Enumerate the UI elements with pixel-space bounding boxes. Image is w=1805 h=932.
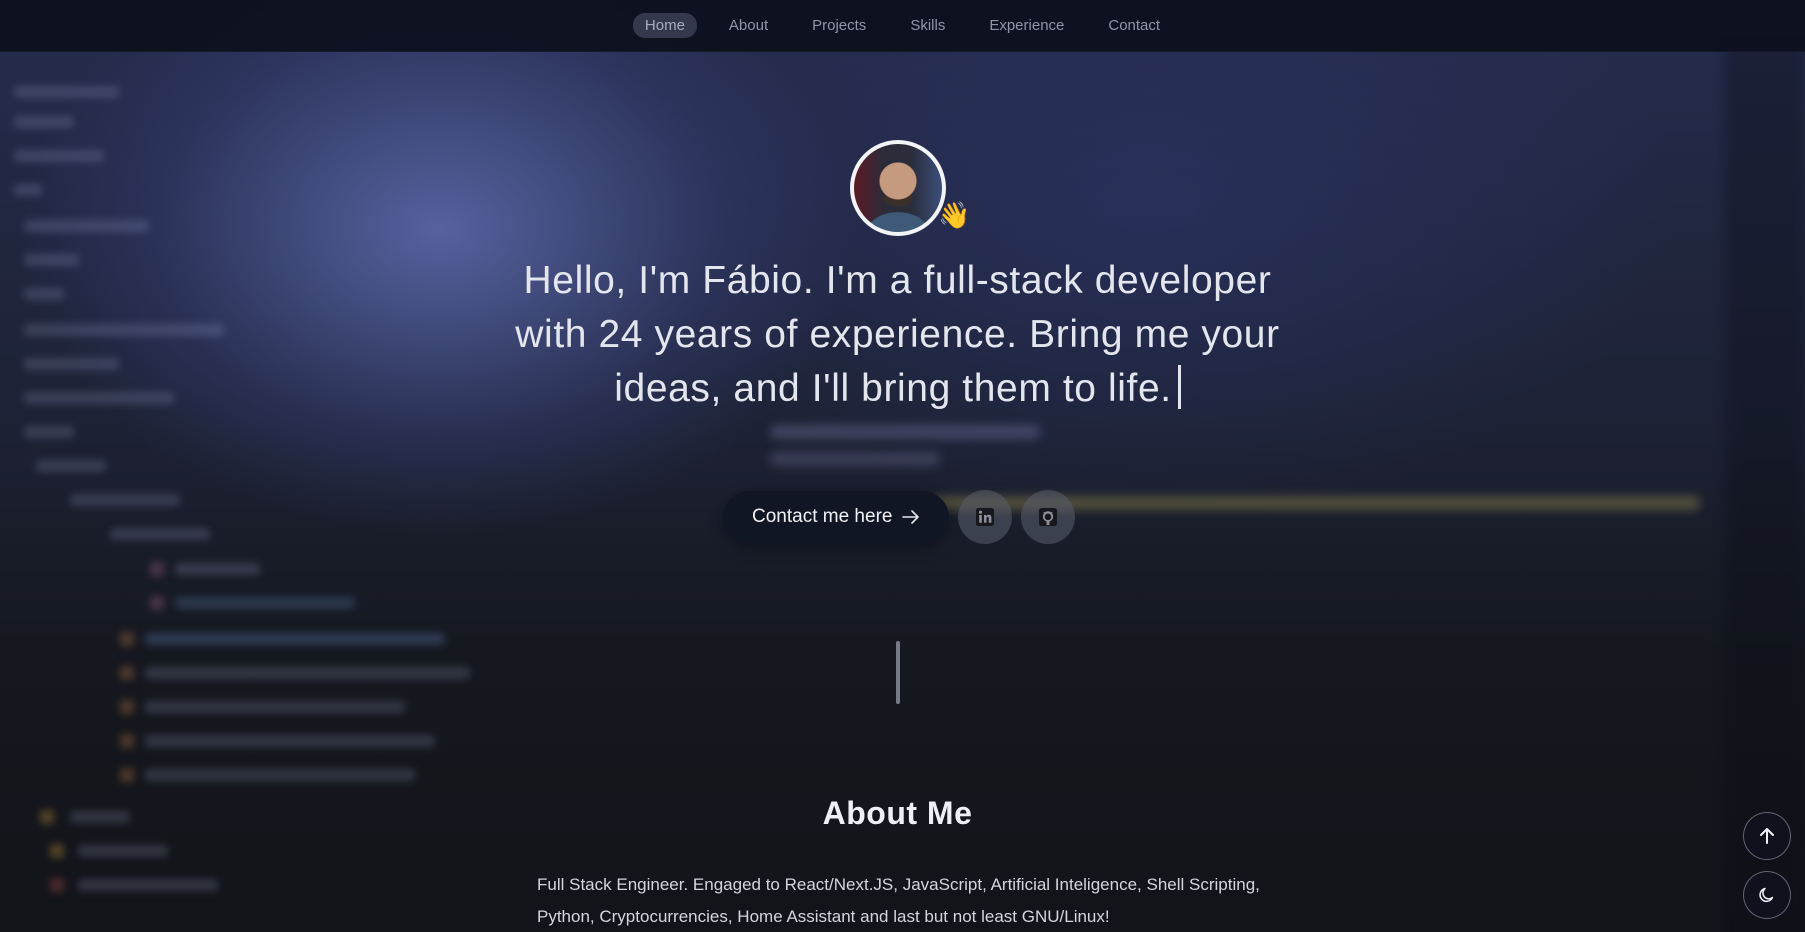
scroll-to-top-button[interactable] <box>1743 812 1791 860</box>
nav-item-skills[interactable]: Skills <box>898 13 957 38</box>
about-text-line-1: Full Stack Engineer. Engaged to React/Ne… <box>537 875 1260 894</box>
headline-line-1: Hello, I'm Fábio. I'm a full-stack devel… <box>523 259 1272 302</box>
contact-button-label: Contact me here <box>752 506 893 527</box>
about-text-line-2: Python, Cryptocurrencies, Home Assistant… <box>537 907 1110 926</box>
nav-item-projects[interactable]: Projects <box>800 13 878 38</box>
github-icon <box>1039 508 1058 526</box>
linkedin-button[interactable] <box>958 490 1013 544</box>
top-navigation: Home About Projects Skills Experience Co… <box>0 0 1805 52</box>
moon-icon <box>1759 887 1774 903</box>
about-title: About Me <box>822 795 973 831</box>
typing-caret <box>1177 365 1181 409</box>
arrow-right-icon <box>902 510 920 524</box>
contact-button[interactable]: Contact me here <box>723 490 950 544</box>
linkedin-icon <box>976 508 995 526</box>
hero-headline: Hello, I'm Fábio. I'm a full-stack devel… <box>500 254 1295 416</box>
nav-item-experience[interactable]: Experience <box>977 13 1076 38</box>
nav-item-contact[interactable]: Contact <box>1096 13 1172 38</box>
arrow-up-icon <box>1760 828 1774 844</box>
theme-toggle-button[interactable] <box>1743 871 1791 919</box>
scroll-indicator <box>896 641 900 704</box>
headline-line-3: ideas, and I'll bring them to life. <box>614 367 1172 410</box>
nav-item-about[interactable]: About <box>717 13 780 38</box>
cta-row: Contact me here <box>723 490 1076 544</box>
avatar <box>850 140 946 236</box>
waving-hand-icon: 👋 <box>938 200 971 230</box>
avatar-container: 👋 <box>850 140 970 236</box>
github-button[interactable] <box>1021 490 1076 544</box>
nav-item-home[interactable]: Home <box>632 13 697 38</box>
headline-line-2: with 24 years of experience. Bring me yo… <box>515 313 1280 356</box>
about-text: Full Stack Engineer. Engaged to React/Ne… <box>537 869 1277 932</box>
